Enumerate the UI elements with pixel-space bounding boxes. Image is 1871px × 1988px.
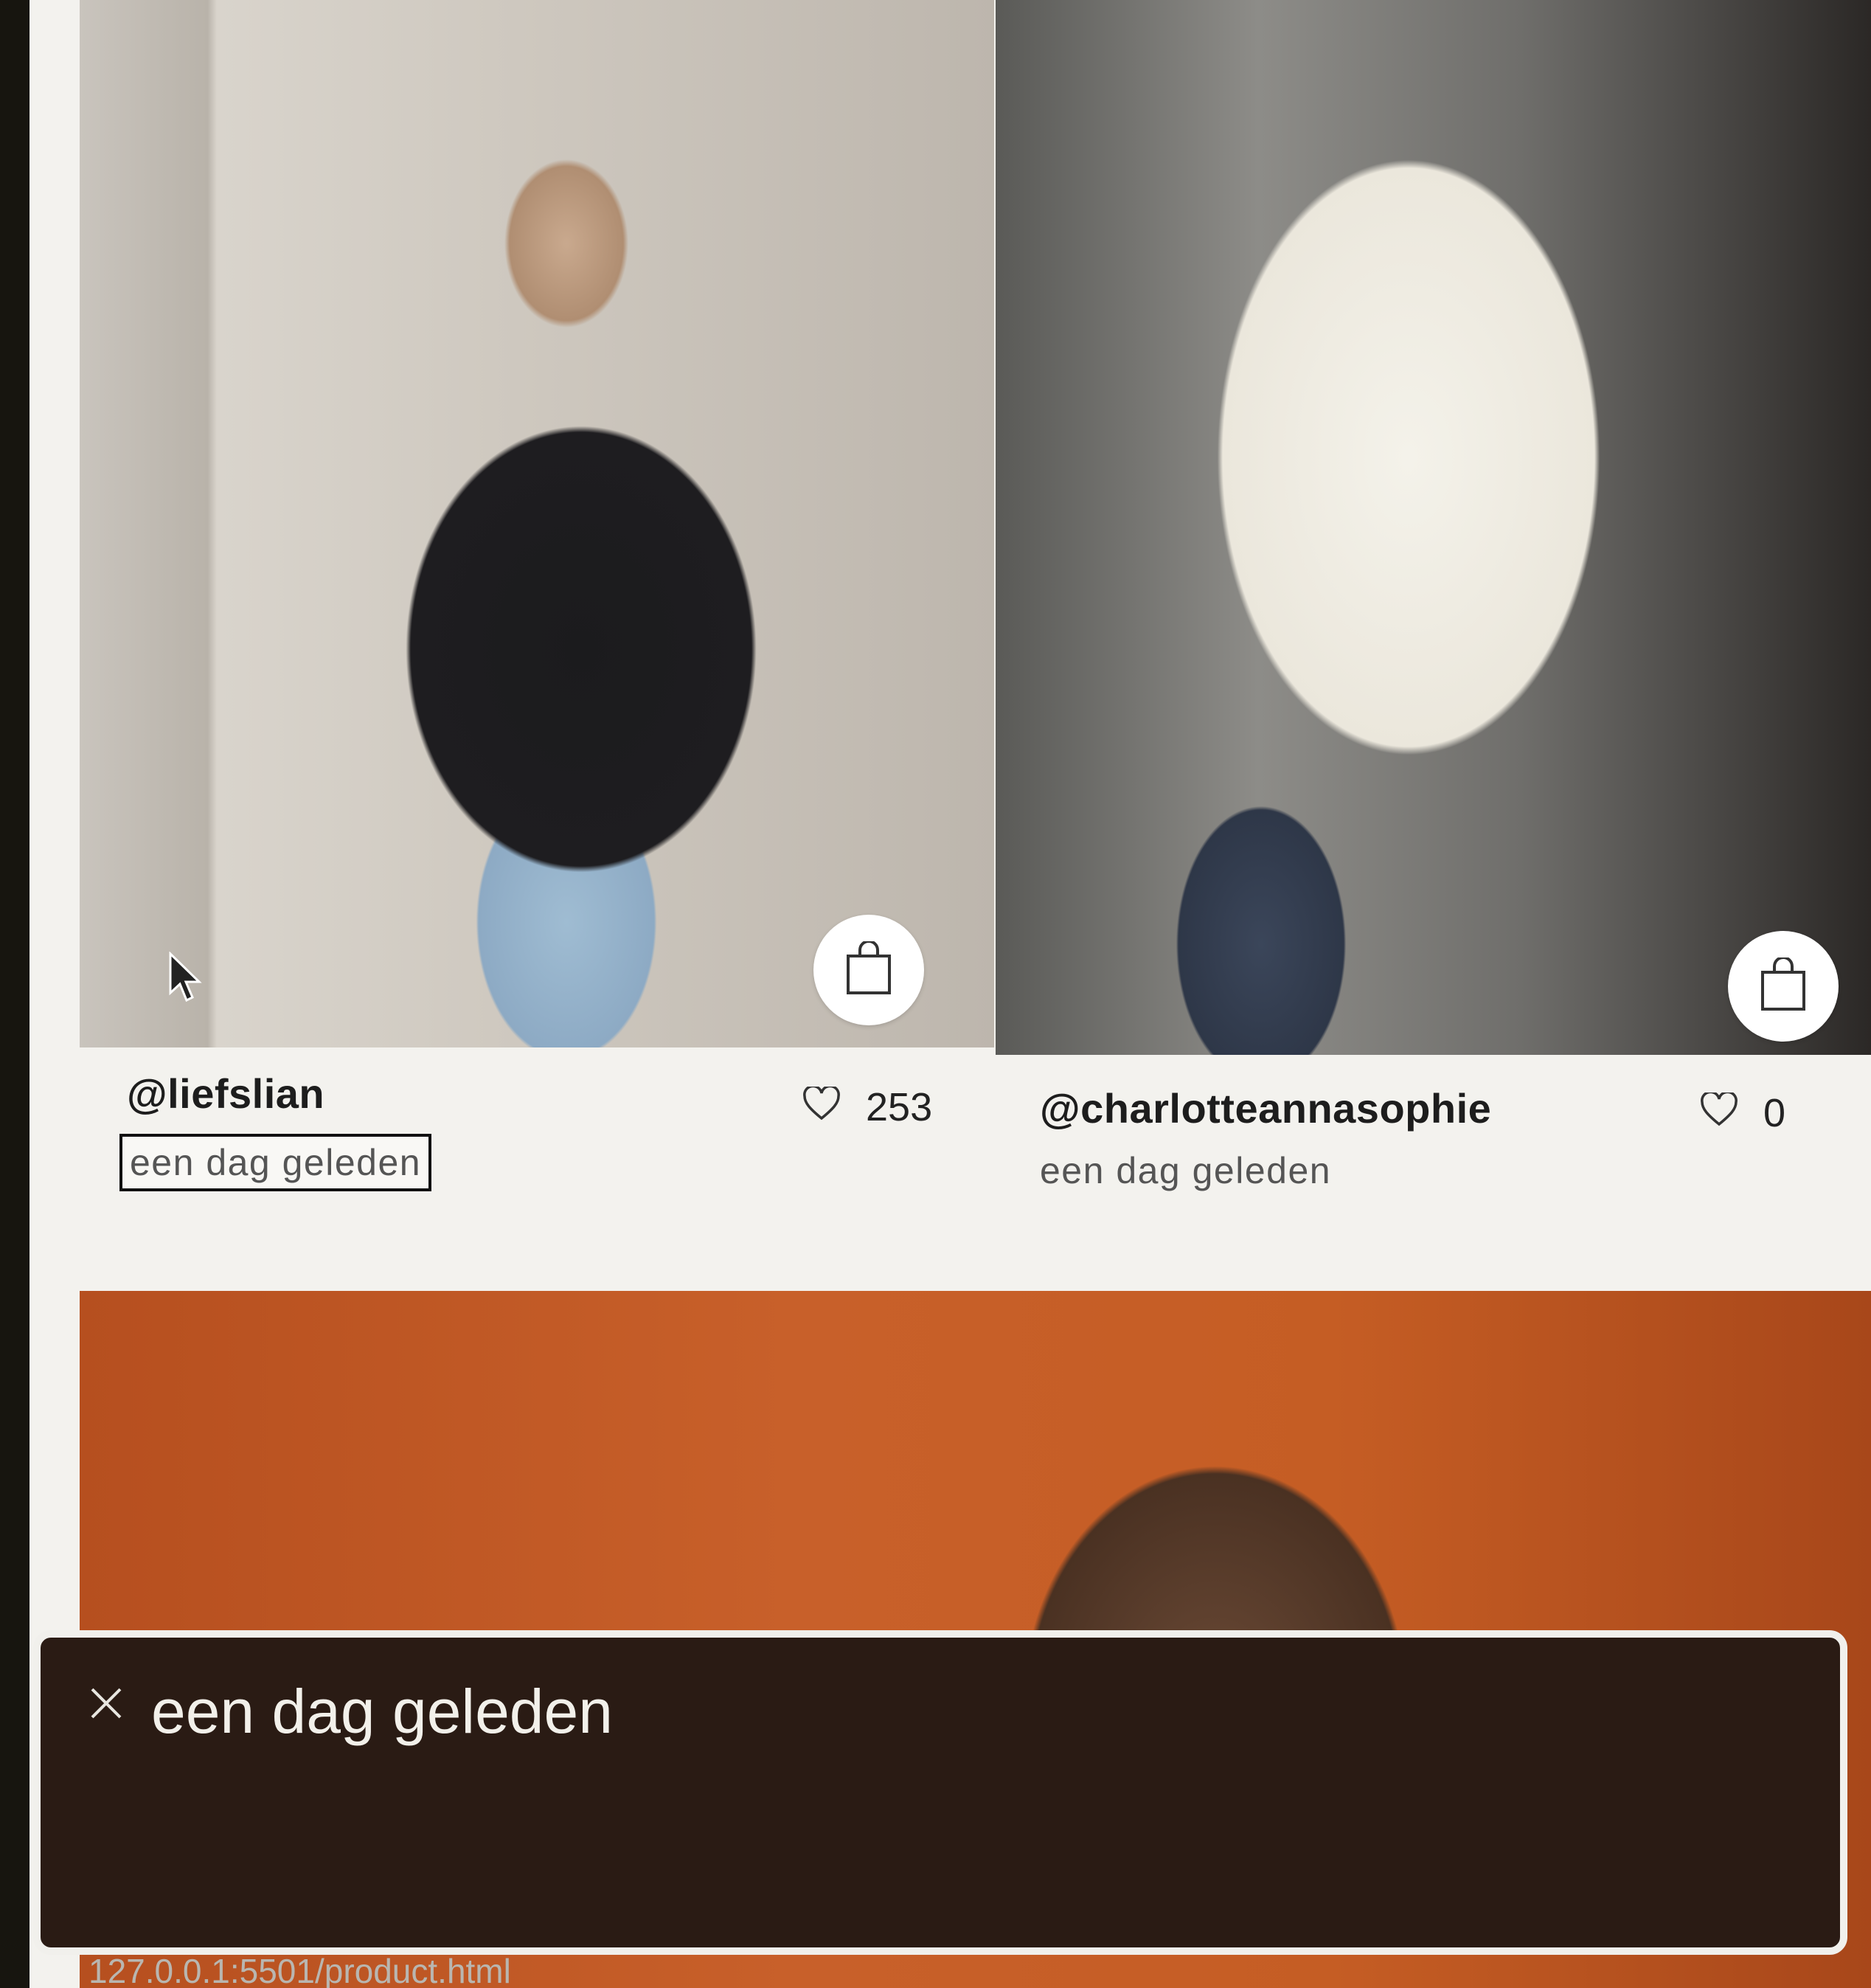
close-icon: [89, 1686, 123, 1724]
like-counter[interactable]: 0: [1700, 1090, 1785, 1136]
tooltip-panel: een dag geleden: [33, 1630, 1847, 1955]
close-button[interactable]: [85, 1683, 128, 1726]
product-photo-liefslian[interactable]: [80, 0, 994, 1047]
mouse-cursor-icon: [168, 951, 204, 1007]
like-counter[interactable]: 253: [802, 1084, 932, 1130]
card-handle[interactable]: @liefslian: [127, 1070, 324, 1118]
shop-bag-button[interactable]: [1728, 931, 1839, 1042]
card-timestamp: een dag geleden: [1040, 1150, 1332, 1191]
shop-bag-button[interactable]: [813, 915, 924, 1025]
card-handle[interactable]: @charlotteannasophie: [1040, 1084, 1491, 1132]
bag-icon: [845, 939, 892, 1000]
card-timestamp: een dag geleden: [119, 1134, 432, 1191]
like-count: 253: [866, 1085, 933, 1129]
like-count: 0: [1763, 1091, 1786, 1135]
bag-icon: [1760, 955, 1807, 1016]
product-photo-charlotteannasophie[interactable]: [996, 0, 1871, 1055]
heart-icon[interactable]: [802, 1084, 841, 1130]
status-url: 127.0.0.1:5501/product.html: [88, 1952, 511, 1988]
tooltip-text: een dag geleden: [151, 1677, 613, 1746]
heart-icon[interactable]: [1700, 1090, 1738, 1136]
